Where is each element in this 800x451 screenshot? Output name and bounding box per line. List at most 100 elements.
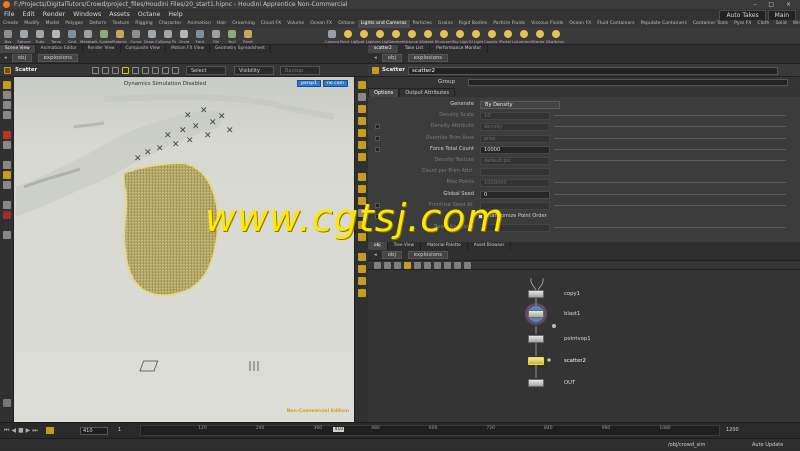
- start-frame[interactable]: 1: [118, 427, 121, 433]
- select-tool-icon[interactable]: [3, 81, 11, 89]
- shelf-tool-box[interactable]: Box: [0, 28, 16, 44]
- param-slider[interactable]: [554, 193, 786, 195]
- shelf-tab-viscous-fluids-20[interactable]: Viscous Fluids: [528, 20, 566, 28]
- grid-snap-icon[interactable]: [172, 67, 179, 74]
- shelf-tool-gi-light[interactable]: GI Light: [468, 28, 484, 44]
- param-slider[interactable]: [554, 137, 786, 139]
- wireframe-icon[interactable]: [358, 105, 366, 113]
- param-field-density-scale[interactable]: 10: [480, 112, 550, 121]
- lasso-select-icon[interactable]: [152, 67, 159, 74]
- scene-viewport[interactable]: ✕ ✕ ✕ ✕ ✕ ✕ ✕ ✕ ✕ ✕ ✕ ✕ ✕ ✕ Dynamics Simulation Disab…: [14, 77, 354, 422]
- shelf-tab-volume-12[interactable]: Volume: [284, 20, 307, 28]
- param-slider[interactable]: [554, 148, 786, 150]
- viewport-tab-composite-view[interactable]: Composite View: [121, 45, 167, 53]
- shelf-tab-octane-14[interactable]: Octane: [335, 20, 358, 28]
- shelf-tool-rivet[interactable]: Rivet: [240, 28, 256, 44]
- camera-dropdown[interactable]: persp1: [297, 80, 321, 87]
- param-field-force-total-count[interactable]: 10000: [480, 145, 550, 154]
- shelf-tool-curve[interactable]: Curve: [128, 28, 144, 44]
- param-field-density-texture[interactable]: default.pic: [480, 157, 550, 165]
- shelf-tool-area-light[interactable]: Area Light: [372, 28, 388, 44]
- shelf-tab-particle-fluids-19[interactable]: Particle Fluids: [490, 20, 528, 28]
- network-options-icon[interactable]: [454, 262, 461, 269]
- param-slider[interactable]: [554, 115, 786, 117]
- shelf-tab-rigid-bodies-18[interactable]: Rigid Bodies: [456, 20, 490, 28]
- window-controls[interactable]: – □ ×: [753, 0, 800, 9]
- param-slider[interactable]: [554, 126, 786, 128]
- network-add-icon[interactable]: [374, 262, 381, 269]
- shelf-tab-modify-1[interactable]: Modify: [21, 20, 42, 28]
- vertices-mode-icon[interactable]: [132, 67, 139, 74]
- shelf-tool-point-light[interactable]: Point Light: [340, 28, 356, 44]
- network-node-out[interactable]: [528, 379, 544, 387]
- network-node-pointvop1[interactable]: [528, 335, 544, 343]
- select-mode-icon[interactable]: [92, 67, 99, 74]
- shelf-tab-grains-17[interactable]: Grains: [435, 20, 456, 28]
- net-path-node[interactable]: explosions: [407, 250, 449, 259]
- shelf-tool-draw-curve[interactable]: Draw Curve: [144, 28, 160, 44]
- breakpoints-mode-icon[interactable]: [142, 67, 149, 74]
- shelf-tab-rigging-6[interactable]: Rigging: [132, 20, 155, 28]
- shelf-tool-spray-paint[interactable]: Spray Paint: [160, 28, 176, 44]
- menu-help[interactable]: Help: [164, 9, 186, 20]
- shelf-tab-ocean-fx-21[interactable]: Ocean FX: [566, 20, 594, 28]
- path-node-explosions[interactable]: explosions: [37, 53, 79, 62]
- shelf-tool-sphere[interactable]: Sphere: [16, 28, 32, 44]
- brush-select-icon[interactable]: [162, 67, 169, 74]
- menu-render[interactable]: Render: [39, 9, 69, 20]
- param-tab-take-list[interactable]: Take List: [399, 45, 431, 53]
- network-node-blast1[interactable]: [528, 310, 544, 318]
- magnet-tool-icon[interactable]: [3, 211, 11, 219]
- shelf-tab-cloth-26[interactable]: Cloth: [754, 20, 772, 28]
- pose-tool-icon[interactable]: [3, 141, 11, 149]
- shelf-tool-switcher[interactable]: Switcher: [548, 28, 564, 44]
- primitives-mode-icon[interactable]: [122, 67, 129, 74]
- shelf-tool-grid[interactable]: Grid: [64, 28, 80, 44]
- generate-dropdown[interactable]: By Density: [480, 101, 560, 109]
- param-slider[interactable]: [554, 160, 786, 161]
- network-help-icon[interactable]: [464, 262, 471, 269]
- lighting-icon[interactable]: [358, 93, 366, 101]
- shelf-tab-pyro-fx-25[interactable]: Pyro FX: [731, 20, 754, 28]
- network-tab-material-palette[interactable]: Material Palette: [421, 242, 468, 250]
- param-field-density-attribute[interactable]: density: [480, 123, 550, 132]
- shelf-tab-character-7[interactable]: Character: [156, 20, 185, 28]
- shelf-tool-null[interactable]: Null: [224, 28, 240, 44]
- flipbook-icon[interactable]: [358, 265, 366, 273]
- net-path-root[interactable]: obj: [381, 250, 402, 259]
- edges-mode-icon[interactable]: [112, 67, 119, 74]
- shelf-tool-ambient-lig[interactable]: Ambient Lig.: [516, 28, 532, 44]
- uv-icon[interactable]: [358, 173, 366, 181]
- network-node-copy1[interactable]: [528, 290, 544, 298]
- param-path-root[interactable]: obj: [381, 53, 402, 62]
- menu-assets[interactable]: Assets: [105, 9, 134, 20]
- measure-tool-icon[interactable]: [3, 231, 11, 239]
- shelf-tool-font[interactable]: Font: [192, 28, 208, 44]
- shelf-tab-create-0[interactable]: Create: [0, 20, 21, 28]
- select-dropdown[interactable]: Select: [186, 66, 226, 75]
- shelf-tool-torus[interactable]: Torus: [48, 28, 64, 44]
- timeline-ruler[interactable]: 120 240 360 480 600 720 840 960 1080 410: [140, 425, 720, 436]
- shaded-icon[interactable]: [358, 117, 366, 125]
- viewport-tab-scene-view[interactable]: Scene View: [0, 45, 36, 53]
- shelf-tool-file[interactable]: File: [208, 28, 224, 44]
- param-enable-checkbox[interactable]: [375, 124, 380, 130]
- shelf-tool-spot-light[interactable]: Spot Light: [356, 28, 372, 44]
- shelf-tool-geometry-l[interactable]: Geometry L.: [388, 28, 404, 44]
- param-slider[interactable]: [554, 227, 786, 229]
- network-notes-icon[interactable]: [424, 262, 431, 269]
- param-enable-checkbox[interactable]: [375, 135, 380, 141]
- shelf-tool-portal-light[interactable]: Portal Light: [500, 28, 516, 44]
- param-slider[interactable]: [554, 204, 786, 206]
- snapshot-icon[interactable]: [358, 253, 366, 261]
- points-mode-icon[interactable]: [102, 67, 109, 74]
- current-frame-marker[interactable]: 410: [333, 427, 345, 432]
- network-tab-tree-view[interactable]: Tree View: [388, 242, 422, 250]
- shelf-tool-stereo-cam[interactable]: Stereo Cam.: [532, 28, 548, 44]
- rotate-tool-icon[interactable]: [3, 101, 11, 109]
- template-icon[interactable]: [358, 185, 366, 193]
- network-editor[interactable]: copy1 blast1 pointvop1 scatter2 OUT: [368, 270, 800, 422]
- param-field-override-prim-area[interactable]: area: [480, 134, 550, 143]
- shelf-tab-solid-27[interactable]: Solid: [772, 20, 789, 28]
- transform-tool-icon[interactable]: [3, 91, 11, 99]
